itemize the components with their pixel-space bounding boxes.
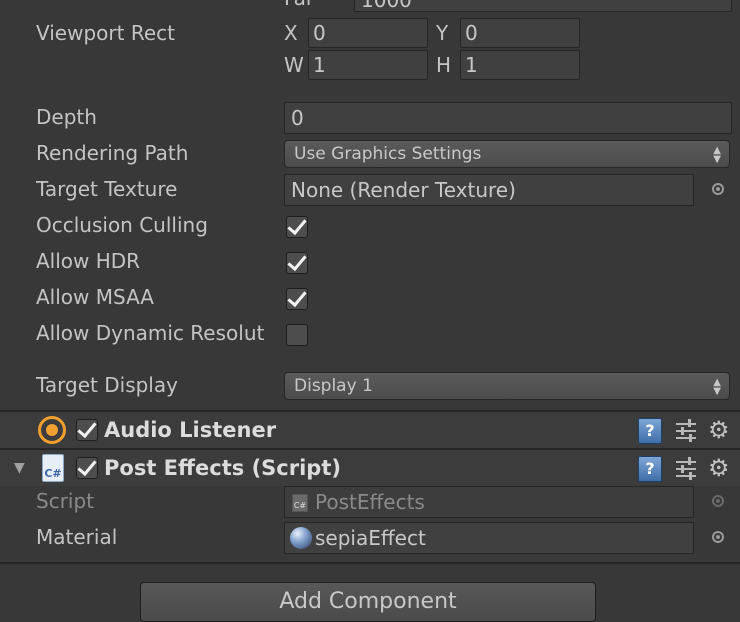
occlusion-culling-checkbox[interactable] bbox=[286, 216, 308, 238]
post-effects-header[interactable]: ▼ C# Post Effects (Script) ? ⚙ bbox=[0, 450, 740, 486]
allow-dynamic-resolution-label: Allow Dynamic Resolut bbox=[36, 321, 265, 345]
viewport-h-label: H bbox=[436, 53, 452, 77]
audio-listener-header[interactable]: Audio Listener ? ⚙ bbox=[0, 412, 740, 448]
script-label: Script bbox=[36, 489, 95, 513]
far-label: Far bbox=[284, 0, 314, 10]
viewport-x-field[interactable]: 0 bbox=[308, 18, 428, 48]
viewport-rect-label: Viewport Rect bbox=[36, 21, 175, 45]
rendering-path-label: Rendering Path bbox=[36, 141, 189, 165]
material-label: Material bbox=[36, 525, 118, 549]
csharp-script-icon: C# bbox=[292, 494, 308, 512]
add-component-button[interactable]: Add Component bbox=[140, 582, 596, 622]
viewport-h-field[interactable]: 1 bbox=[460, 50, 580, 80]
occlusion-culling-label: Occlusion Culling bbox=[36, 213, 208, 237]
component-separator bbox=[0, 562, 740, 564]
viewport-y-field[interactable]: 0 bbox=[460, 18, 580, 48]
depth-label: Depth bbox=[36, 105, 97, 129]
viewport-y-label: Y bbox=[436, 21, 449, 45]
material-value: sepiaEffect bbox=[315, 526, 426, 550]
post-effects-enabled-checkbox[interactable] bbox=[76, 457, 98, 479]
help-book-icon[interactable]: ? bbox=[638, 418, 662, 444]
csharp-script-icon: C# bbox=[42, 454, 64, 482]
viewport-x-label: X bbox=[284, 21, 298, 45]
audio-listener-title: Audio Listener bbox=[104, 418, 277, 442]
audio-listener-icon bbox=[38, 416, 66, 444]
rendering-path-value: Use Graphics Settings bbox=[294, 144, 482, 164]
target-texture-label: Target Texture bbox=[36, 177, 178, 201]
object-picker-icon[interactable] bbox=[712, 183, 724, 195]
material-field[interactable]: sepiaEffect bbox=[284, 522, 694, 554]
allow-hdr-label: Allow HDR bbox=[36, 249, 141, 273]
allow-hdr-checkbox[interactable] bbox=[286, 252, 308, 274]
target-texture-field[interactable]: None (Render Texture) bbox=[284, 174, 694, 206]
settings-gear-icon[interactable]: ⚙ bbox=[708, 456, 730, 480]
script-value: PostEffects bbox=[315, 490, 425, 514]
allow-msaa-label: Allow MSAA bbox=[36, 285, 154, 309]
settings-gear-icon[interactable]: ⚙ bbox=[708, 418, 730, 442]
viewport-w-label: W bbox=[284, 53, 304, 77]
dropdown-arrows-icon: ▲ ▼ bbox=[713, 377, 721, 397]
audio-listener-enabled-checkbox[interactable] bbox=[76, 419, 98, 441]
allow-msaa-checkbox[interactable] bbox=[286, 288, 308, 310]
object-picker-icon bbox=[712, 495, 724, 507]
object-picker-icon[interactable] bbox=[712, 531, 724, 543]
target-display-dropdown[interactable]: Display 1 ▲ ▼ bbox=[284, 372, 730, 400]
preset-sliders-icon[interactable] bbox=[676, 419, 698, 443]
script-field: PostEffects bbox=[284, 486, 694, 518]
target-display-value: Display 1 bbox=[294, 376, 373, 396]
allow-dynamic-resolution-checkbox[interactable] bbox=[286, 324, 308, 346]
depth-field[interactable]: 0 bbox=[284, 102, 732, 134]
foldout-arrow-icon[interactable]: ▼ bbox=[14, 460, 25, 476]
dropdown-arrows-icon: ▲ ▼ bbox=[713, 145, 721, 165]
help-book-icon[interactable]: ? bbox=[638, 456, 662, 482]
material-sphere-icon bbox=[290, 527, 312, 549]
far-field[interactable]: 1000 bbox=[354, 0, 732, 12]
rendering-path-dropdown[interactable]: Use Graphics Settings ▲ ▼ bbox=[284, 140, 730, 168]
viewport-w-field[interactable]: 1 bbox=[308, 50, 428, 80]
target-display-label: Target Display bbox=[36, 373, 178, 397]
preset-sliders-icon[interactable] bbox=[676, 457, 698, 481]
post-effects-title: Post Effects (Script) bbox=[104, 456, 341, 480]
